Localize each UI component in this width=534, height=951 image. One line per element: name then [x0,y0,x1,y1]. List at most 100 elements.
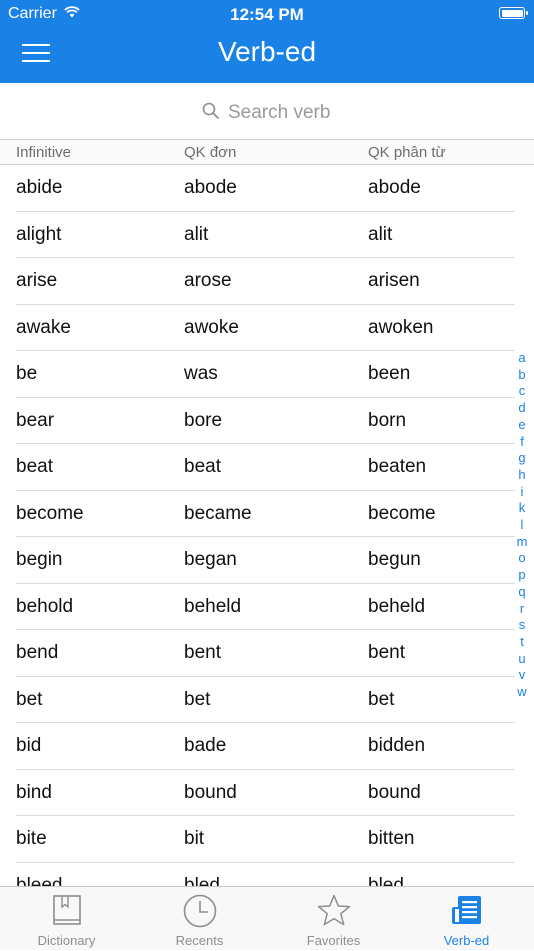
nav-header: Carrier 12:54 PM Verb-ed [0,0,534,83]
tab-recents[interactable]: Recents [133,887,266,951]
verb-row[interactable]: behold beheld beheld [0,584,534,630]
index-letter[interactable]: u [516,651,528,668]
verb-row[interactable]: become became become [0,491,534,537]
search-bar [0,83,534,139]
search-icon [202,102,220,125]
tab-favorites[interactable]: Favorites [267,887,400,951]
infinitive-cell: abide [16,177,63,198]
index-letter[interactable]: o [516,550,528,567]
infinitive-cell: bear [16,409,55,431]
status-bar: Carrier 12:54 PM [0,0,534,28]
past-simple-cell: was [184,363,218,384]
battery-icon [499,7,528,19]
past-participle-cell: awoken [368,316,434,338]
past-simple-cell: bent [184,642,221,663]
index-letter[interactable]: e [516,417,528,434]
infinitive-cell: bleed [16,874,63,887]
infinitive-cell: bid [16,735,42,756]
tab-label: Recents [175,933,224,948]
past-simple-cell: awoke [184,316,239,338]
index-letter[interactable]: h [516,467,528,484]
verb-row[interactable]: bet bet bet [0,677,534,723]
column-past-simple: QK đơn [184,144,237,161]
past-participle-cell: bled [368,874,404,887]
page-title: Verb-ed [217,36,317,67]
past-simple-cell: bore [184,409,223,431]
past-simple-cell: bit [184,828,205,849]
column-infinitive: Infinitive [16,144,72,161]
verb-row[interactable]: arise arose arisen [0,258,534,305]
past-participle-cell: bidden [368,735,426,756]
index-letter[interactable]: c [516,383,528,400]
index-letter[interactable]: k [516,500,528,517]
index-letter[interactable]: r [516,601,528,618]
verb-row[interactable]: begin began begun [0,537,534,584]
tab-label: Verb-ed [443,933,490,948]
past-participle-cell: beheld [368,595,426,617]
index-letter[interactable]: w [516,684,528,701]
infinitive-cell: awake [16,316,71,338]
verb-row[interactable]: beat beat beaten [0,444,534,491]
past-participle-cell: abode [368,177,421,198]
infinitive-cell: bet [16,688,43,710]
past-participle-cell: bent [368,642,405,663]
verb-row[interactable]: bear bore born [0,398,534,444]
index-letter[interactable]: m [516,534,528,551]
past-participle-cell: bound [368,781,421,803]
index-letter[interactable]: g [516,450,528,467]
index-letter[interactable]: i [516,484,528,501]
infinitive-cell: alight [16,223,62,245]
past-simple-cell: beheld [184,595,242,617]
past-participle-cell: alit [368,223,393,245]
past-participle-cell: beaten [368,456,427,477]
index-letter[interactable]: v [516,667,528,684]
verb-row[interactable]: alight alit alit [0,212,534,258]
verb-row[interactable]: abide abode abode [0,165,534,212]
index-letter[interactable]: d [516,400,528,417]
verb-row[interactable]: bite bit bitten [0,816,534,863]
past-simple-cell: bound [184,781,237,803]
verb-row[interactable]: bend bent bent [0,630,534,677]
infinitive-cell: arise [16,270,58,291]
alphabet-index[interactable]: a b c d e f g h i k l m o p q r s t u v … [516,350,528,701]
tab-label: Favorites [306,933,361,948]
past-simple-cell: beat [184,456,221,477]
verb-list[interactable]: abide abode abode alight alit alit arise aros… [0,165,534,886]
verb-row[interactable]: be was been [0,351,534,398]
status-time: 12:54 PM [230,5,304,24]
verb-row[interactable]: awake awoke awoken [0,305,534,351]
index-letter[interactable]: q [516,584,528,601]
column-header: Infinitive QK đơn QK phân từ [0,139,534,165]
past-participle-cell: been [368,363,411,384]
past-participle-cell: begun [368,549,421,570]
index-letter[interactable]: t [516,634,528,651]
index-letter[interactable]: l [516,517,528,534]
tab-label: Dictionary [37,933,96,948]
past-participle-cell: bitten [368,828,415,849]
past-simple-cell: became [184,502,252,524]
infinitive-cell: behold [16,595,74,617]
index-letter[interactable]: a [516,350,528,367]
verb-row[interactable]: bleed bled bled [0,863,534,887]
search-input[interactable] [228,102,378,124]
index-letter[interactable]: f [516,434,528,451]
past-participle-cell: arisen [368,270,420,291]
past-simple-cell: bet [184,688,211,710]
tab-verb-ed[interactable]: Verb-ed [400,887,533,951]
index-letter[interactable]: b [516,367,528,384]
past-simple-cell: arose [184,270,232,291]
infinitive-cell: bite [16,828,47,849]
past-participle-cell: born [368,409,407,431]
past-simple-cell: bade [184,735,227,756]
infinitive-cell: be [16,363,38,384]
index-letter[interactable]: s [516,617,528,634]
past-simple-cell: began [184,549,237,570]
verb-row[interactable]: bind bound bound [0,770,534,816]
past-participle-cell: become [368,502,436,524]
infinitive-cell: bend [16,642,59,663]
verb-row[interactable]: bid bade bidden [0,723,534,770]
index-letter[interactable]: p [516,567,528,584]
tab-dictionary[interactable]: Dictionary [0,887,133,951]
past-participle-cell: bet [368,688,395,710]
infinitive-cell: become [16,502,84,524]
